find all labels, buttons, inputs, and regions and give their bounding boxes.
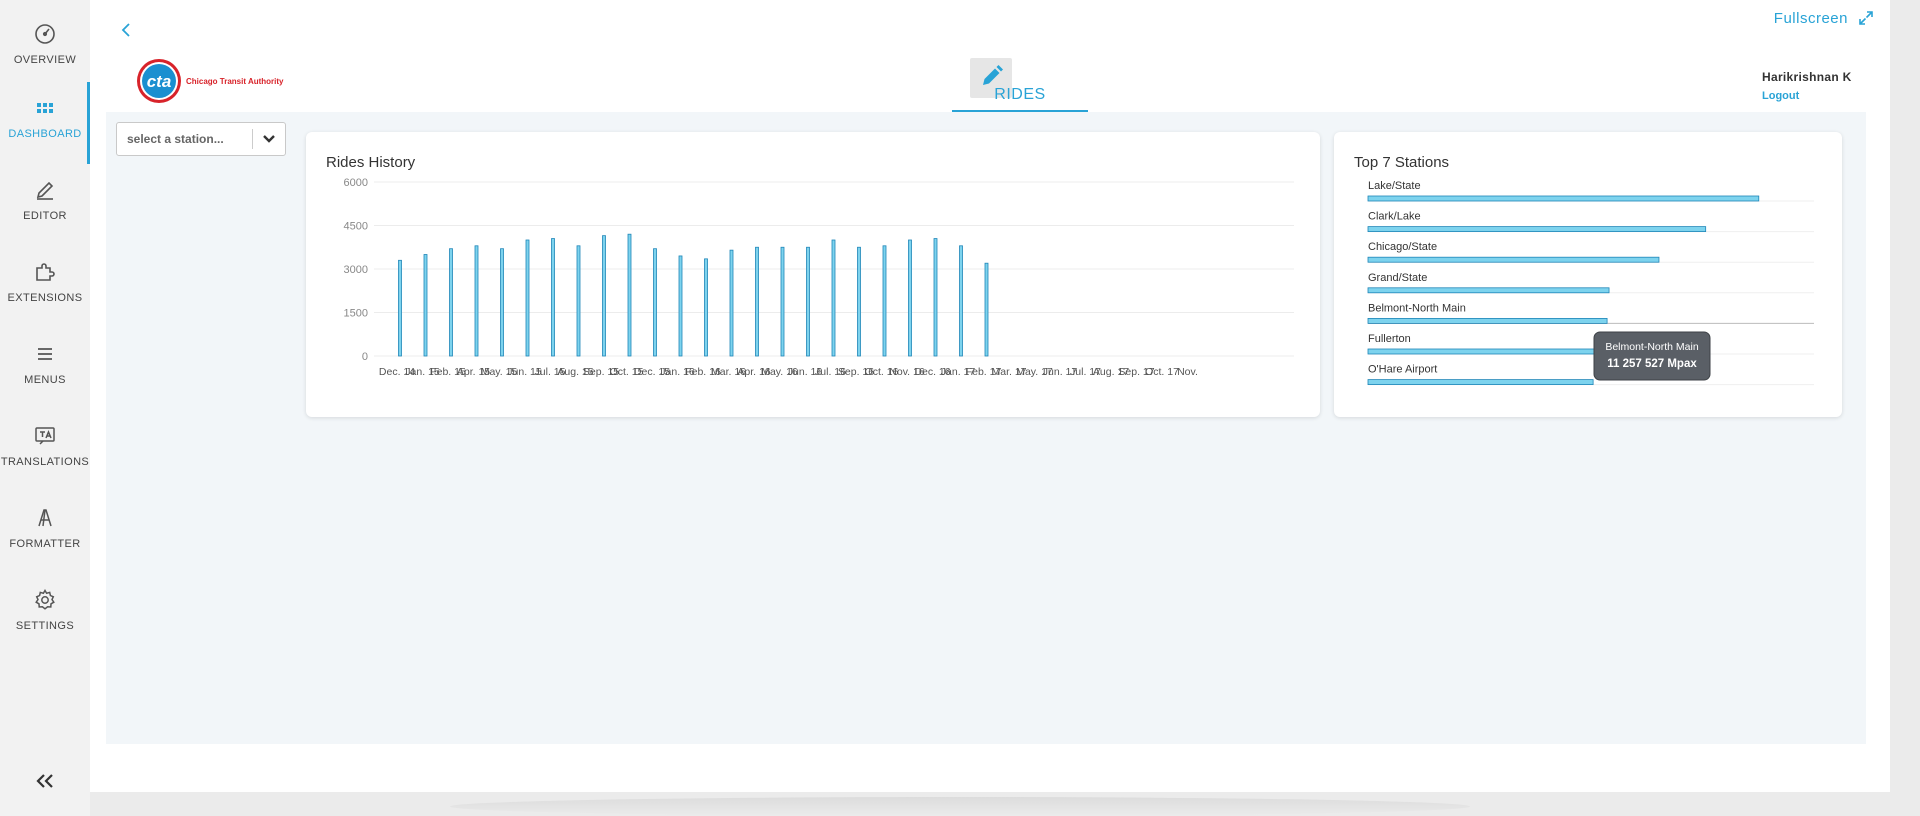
- fullscreen-button[interactable]: Fullscreen: [1774, 8, 1874, 28]
- station-select-placeholder: select a station...: [127, 132, 224, 146]
- bar: [806, 246, 810, 357]
- bar: [627, 233, 632, 357]
- bar: [780, 246, 785, 357]
- grid-icon: [37, 103, 53, 113]
- nav-label: EDITOR: [23, 210, 67, 222]
- back-arrow-icon[interactable]: [118, 20, 134, 40]
- y-tick-label: 0: [362, 351, 368, 363]
- nav-label: FORMATTER: [9, 538, 81, 550]
- bar: [729, 249, 734, 357]
- station-bar: [1367, 348, 1605, 355]
- speedometer-icon: [35, 24, 55, 44]
- station-label: Belmont-North Main: [1368, 302, 1466, 314]
- chart-tooltip: Belmont-North Main 11 257 527 Mpax: [1593, 331, 1711, 381]
- x-tick-label: Oct. 17: [1145, 366, 1179, 378]
- bottom-shadow: [450, 797, 1470, 816]
- bar: [678, 255, 683, 357]
- y-tick-label: 1500: [344, 308, 368, 320]
- nav-label: OVERVIEW: [13, 54, 77, 66]
- nav-label: MENUS: [24, 374, 66, 386]
- station-bar: [1367, 287, 1610, 294]
- bar: [653, 248, 657, 357]
- nav-item-extensions[interactable]: EXTENSIONS: [0, 246, 90, 328]
- y-tick-label: 6000: [344, 177, 368, 189]
- nav-label: DASHBOARD: [8, 128, 82, 140]
- main-panel: Fullscreen cta Chicago Transit Authority…: [90, 0, 1890, 792]
- tab-label: RIDES: [994, 86, 1046, 103]
- nav-label: EXTENSIONS: [7, 292, 83, 304]
- formatter-icon: [38, 509, 52, 527]
- bar: [449, 248, 453, 357]
- rides-history-chart: 01500300045006000Dec. 14Jan. 15Feb. 15Ap…: [344, 177, 1294, 378]
- bar: [525, 239, 530, 357]
- station-label: Lake/State: [1368, 180, 1421, 192]
- bar: [602, 235, 606, 357]
- station-bar: [1367, 256, 1660, 263]
- station-label: Fullerton: [1368, 333, 1411, 345]
- translate-icon: [35, 427, 55, 445]
- top-stations-card: Top 7 Stations Lake/State Clark/Lake Chica…: [1334, 132, 1842, 417]
- y-tick-label: 3000: [344, 264, 368, 276]
- tooltip-value: 11 257 527 Mpax: [1607, 358, 1697, 370]
- bar: [882, 245, 887, 357]
- bar: [831, 239, 836, 357]
- bar: [704, 258, 708, 357]
- tab-rides[interactable]: RIDES: [952, 58, 1088, 112]
- nav-item-translations[interactable]: TRANSLATIONS: [0, 410, 90, 492]
- station-bar: [1367, 195, 1760, 202]
- bar: [908, 239, 912, 357]
- hamburger-icon: [38, 348, 52, 360]
- pencil-icon: [36, 181, 54, 200]
- dashboard-content: select a station... Rides History 0 1500 3…: [106, 112, 1866, 744]
- rides-history-card: Rides History 0 1500 3000 4500 6000 Dec. 14 Ja…: [306, 132, 1320, 417]
- station-label: O'Hare Airport: [1368, 364, 1437, 376]
- tooltip-box: [1593, 331, 1711, 381]
- nav-label: SETTINGS: [15, 620, 75, 632]
- nav-item-dashboard[interactable]: DASHBOARD: [0, 82, 90, 164]
- y-tick-label: 4500: [344, 221, 368, 233]
- bar: [398, 259, 402, 357]
- nav-item-menus[interactable]: MENUS: [0, 328, 90, 410]
- top-stations-chart: Lake/State Clark/Lake Chicago/State Grand/S…: [1367, 180, 1814, 386]
- nav-item-settings[interactable]: SETTINGS: [0, 574, 90, 656]
- x-tick-label: Nov.: [1177, 366, 1198, 378]
- station-bar: [1367, 317, 1608, 324]
- bar: [933, 238, 938, 357]
- puzzle-icon: [36, 263, 55, 281]
- bar: [755, 246, 759, 357]
- cta-logo: cta Chicago Transit Authority: [137, 59, 284, 103]
- station-label: Clark/Lake: [1368, 211, 1421, 223]
- bar: [423, 254, 428, 357]
- gear-icon: [35, 589, 55, 610]
- tooltip-label: Belmont-North Main: [1605, 341, 1699, 353]
- bar: [984, 262, 989, 357]
- user-name: Harikrishnan K: [1762, 70, 1852, 84]
- fullscreen-label: Fullscreen: [1773, 9, 1848, 27]
- station-select[interactable]: select a station...: [116, 122, 286, 156]
- station-label: Grand/State: [1368, 272, 1427, 284]
- bar: [551, 238, 555, 357]
- station-bar: [1367, 379, 1594, 386]
- bar: [857, 246, 861, 357]
- bar: [474, 245, 479, 357]
- expand-icon: [1859, 11, 1873, 25]
- bar: [959, 245, 963, 357]
- bar: [500, 248, 504, 357]
- station-bar: [1367, 226, 1707, 232]
- logo-name: Chicago Transit Authority: [186, 77, 284, 86]
- nav-item-formatter[interactable]: FORMATTER: [0, 492, 90, 574]
- nav-item-editor[interactable]: EDITOR: [0, 164, 90, 246]
- chevron-down-icon[interactable]: [253, 122, 285, 156]
- logout-link[interactable]: Logout: [1762, 90, 1882, 102]
- station-label: Chicago/State: [1368, 241, 1437, 253]
- sidebar: OVERVIEW DASHBOARD EDITOR EXTENSIONS MEN…: [0, 0, 90, 816]
- logo-text: cta: [147, 72, 172, 91]
- user-info: Harikrishnan K Logout: [1762, 70, 1882, 102]
- nav-label: TRANSLATIONS: [0, 456, 90, 468]
- nav-item-overview[interactable]: OVERVIEW: [0, 8, 90, 90]
- collapse-sidebar-icon[interactable]: [32, 770, 58, 792]
- bar: [576, 245, 581, 357]
